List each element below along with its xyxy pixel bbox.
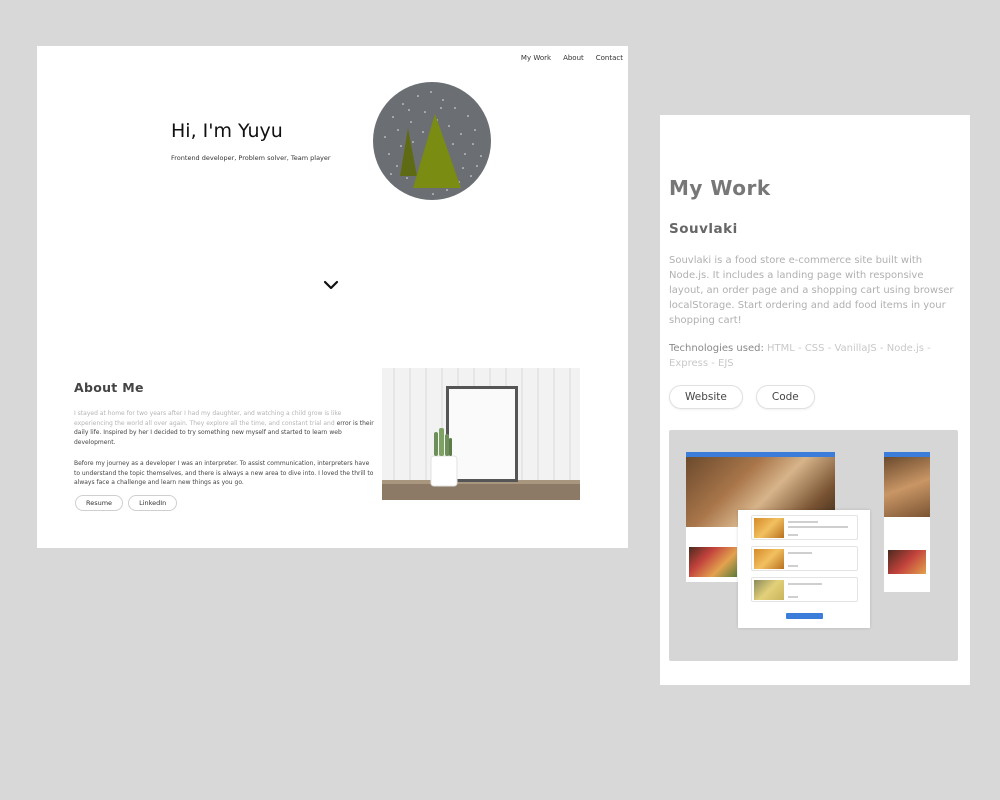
project-buttons: Website Code — [669, 385, 815, 409]
my-work-screen: My Work Souvlaki Souvlaki is a food stor… — [660, 115, 970, 685]
resume-button[interactable]: Resume — [75, 495, 124, 511]
nav-item-my-work[interactable]: My Work — [521, 54, 551, 62]
project-description: Souvlaki is a food store e-commerce site… — [669, 255, 954, 326]
about-paragraph-2: Before my journey as a developer I was a… — [74, 460, 374, 486]
portfolio-home-screen: My Work About Contact Hi, I'm Yuyu Front… — [37, 46, 628, 548]
project-technologies: Technologies used: HTML - CSS - VanillaJ… — [669, 341, 964, 371]
hero-title: Hi, I'm Yuyu — [171, 120, 283, 142]
my-work-title: My Work — [669, 176, 771, 200]
nav-item-about[interactable]: About — [563, 54, 584, 62]
preview-order-mockup — [738, 510, 870, 628]
website-button[interactable]: Website — [669, 385, 743, 409]
about-buttons: Resume LinkedIn — [75, 495, 178, 511]
top-nav: My Work About Contact — [521, 54, 623, 62]
about-title: About Me — [74, 380, 144, 395]
about-paragraph-1-faded: I stayed at home for two years after I h… — [74, 410, 342, 427]
chevron-down-icon[interactable] — [322, 277, 340, 291]
about-photo — [382, 368, 580, 500]
hero-subtitle: Frontend developer, Problem solver, Team… — [171, 154, 331, 162]
project-preview-image — [669, 430, 958, 661]
about-paragraph-1: I stayed at home for two years after I h… — [74, 409, 374, 447]
nav-item-contact[interactable]: Contact — [596, 54, 623, 62]
linkedin-button[interactable]: LinkedIn — [128, 495, 178, 511]
hero-illustration — [373, 82, 491, 200]
code-button[interactable]: Code — [755, 385, 815, 409]
preview-mobile-mockup — [884, 452, 930, 592]
project-title: Souvlaki — [669, 221, 738, 237]
tech-label: Technologies used: — [669, 343, 764, 354]
